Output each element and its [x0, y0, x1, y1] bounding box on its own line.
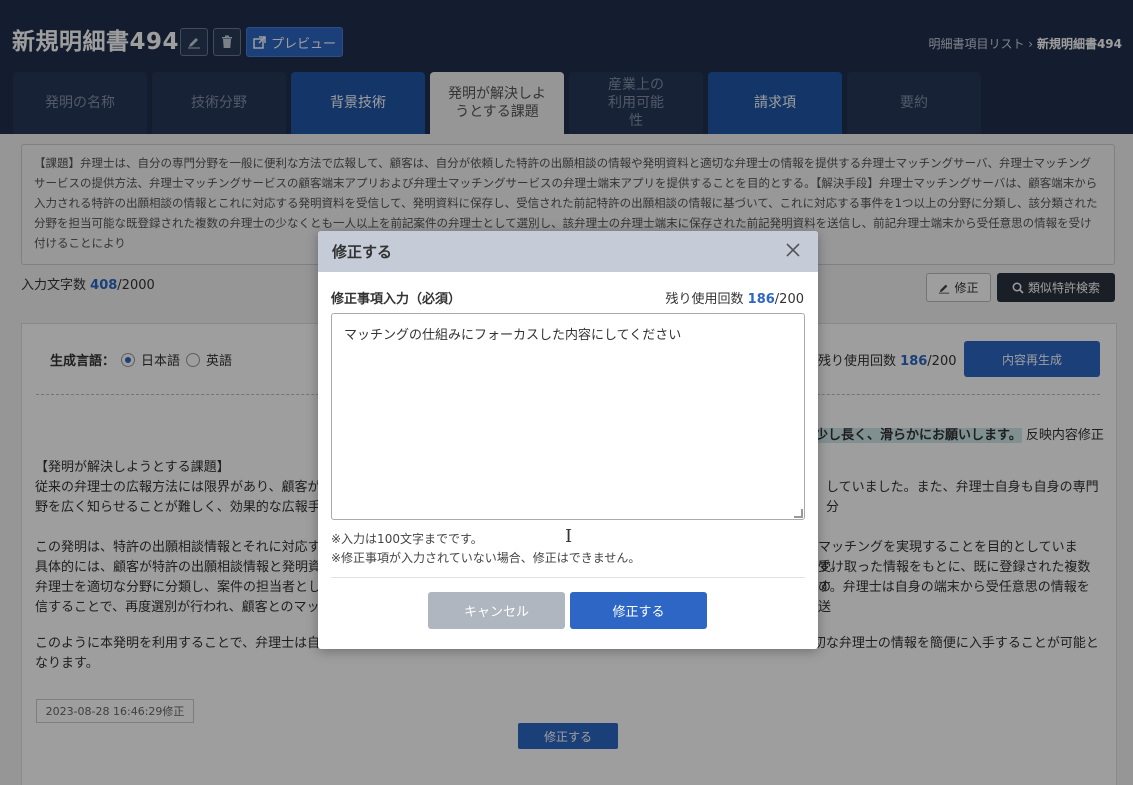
remaining-uses: 残り使用回数 186/200 — [666, 288, 805, 307]
note-required: ※修正事項が入力されていない場合、修正はできません。 — [331, 551, 641, 565]
modal-title: 修正する — [332, 243, 393, 261]
field-label: 修正事項入力（必須） — [331, 292, 462, 307]
remaining-current: 186 — [747, 292, 775, 307]
resize-grip[interactable] — [794, 509, 803, 518]
close-button[interactable] — [782, 240, 804, 262]
remaining-label: 残り使用回数 — [665, 292, 744, 307]
confirm-edit-button[interactable]: 修正する — [570, 592, 707, 629]
revision-input[interactable]: マッチングの仕組みにフォーカスした内容にしてください — [331, 313, 805, 520]
edit-modal: 修正する 修正事項入力（必須） 残り使用回数 186/200 マッチングの仕組み… — [318, 231, 818, 649]
cancel-button[interactable]: キャンセル — [428, 592, 565, 629]
remaining-max: /200 — [774, 292, 804, 307]
text-cursor-icon: I — [565, 526, 573, 547]
note-char-limit: ※入力は100文字までです。 — [331, 532, 483, 546]
modal-divider — [331, 577, 805, 578]
close-icon — [786, 243, 800, 257]
modal-header: 修正する — [318, 231, 818, 272]
